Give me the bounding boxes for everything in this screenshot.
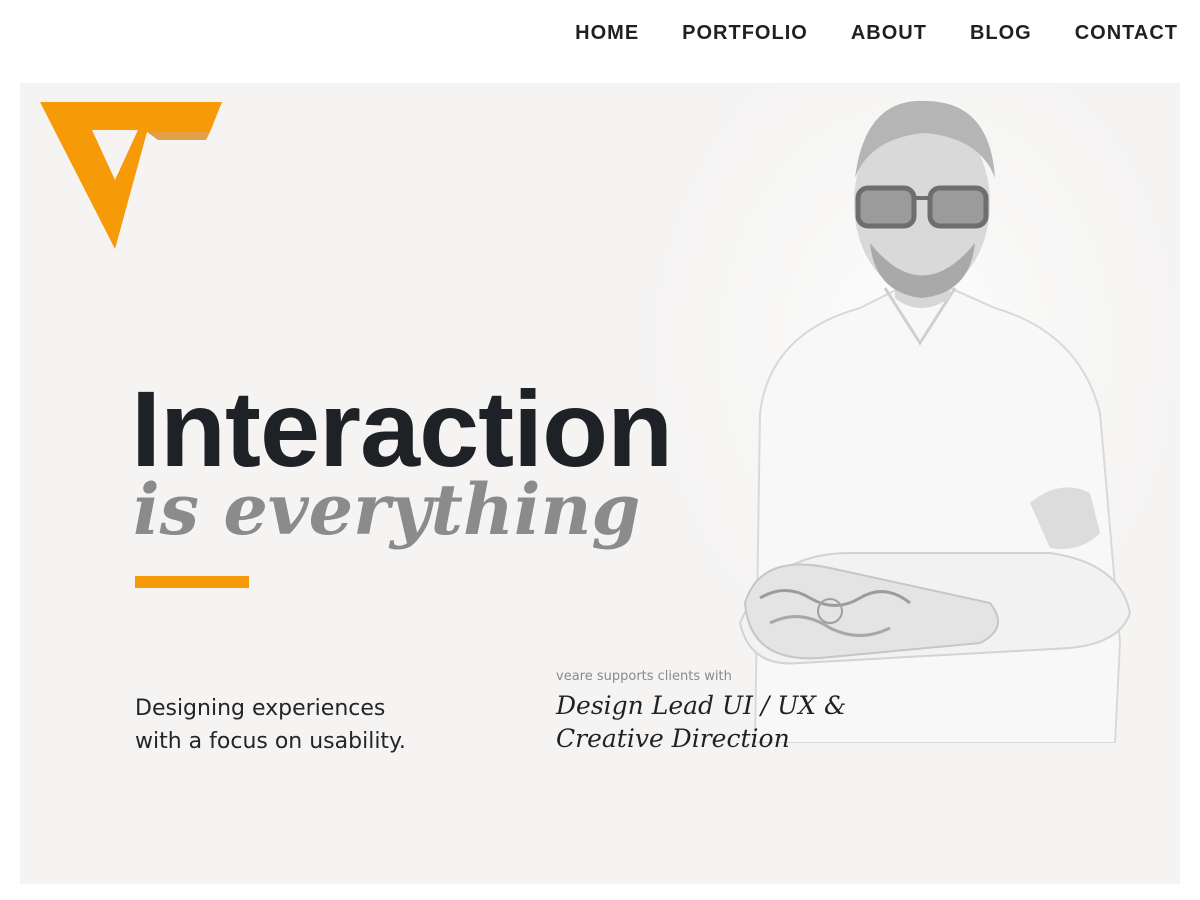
services-intro: veare supports clients with: [556, 669, 732, 684]
hero-section: Interaction is everything Designing expe…: [20, 83, 1180, 884]
tagline-line-2: with a focus on usability.: [135, 729, 406, 754]
nav-link-portfolio[interactable]: PORTFOLIO: [682, 22, 808, 45]
veare-logo[interactable]: [40, 102, 222, 252]
page: HOME PORTFOLIO ABOUT BLOG CONTACT Intera…: [0, 0, 1200, 900]
nav-link-about[interactable]: ABOUT: [851, 22, 927, 45]
services-list: Design Lead UI / UX & Creative Direction: [556, 689, 846, 755]
hero-subheadline: is everything: [133, 468, 641, 551]
services-line-1: Design Lead UI / UX &: [556, 691, 847, 720]
portrait-photo: [650, 83, 1180, 743]
nav-link-home[interactable]: HOME: [575, 22, 639, 45]
main-nav: HOME PORTFOLIO ABOUT BLOG CONTACT: [532, 0, 1178, 66]
services-line-2: Creative Direction: [556, 724, 790, 753]
hero-tagline: Designing experiences with a focus on us…: [135, 692, 465, 758]
hero-headline: Interaction: [131, 368, 673, 489]
accent-divider: [135, 576, 249, 588]
nav-link-blog[interactable]: BLOG: [970, 22, 1032, 45]
tagline-line-1: Designing experiences: [135, 696, 386, 721]
nav-link-contact[interactable]: CONTACT: [1075, 22, 1178, 45]
